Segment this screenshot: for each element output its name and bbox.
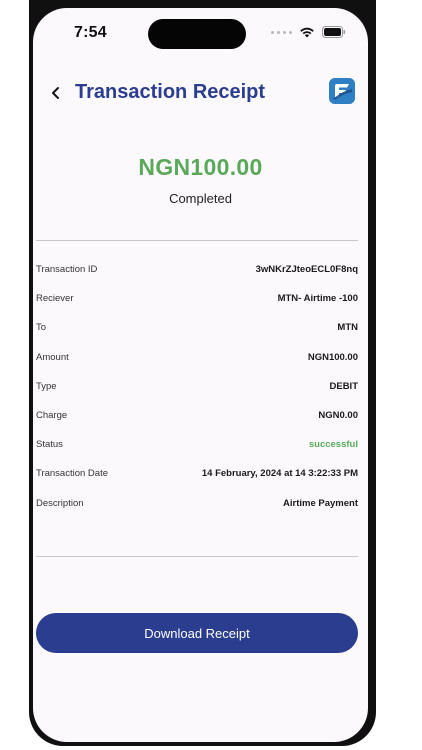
app-logo-icon bbox=[329, 78, 355, 104]
detail-row-transaction-date: Transaction Date 14 February, 2024 at 14… bbox=[36, 459, 358, 488]
status-icons bbox=[271, 26, 346, 38]
transaction-amount: NGN100.00 bbox=[138, 154, 263, 180]
detail-label: Transaction ID bbox=[36, 264, 98, 276]
bottom-divider bbox=[36, 556, 358, 557]
dynamic-island bbox=[148, 19, 246, 49]
detail-value: MTN bbox=[337, 322, 358, 334]
detail-row-transaction-id: Transaction ID 3wNKrZJteoECL0F8nq bbox=[36, 255, 358, 284]
status-time: 7:54 bbox=[74, 24, 107, 41]
detail-row-receiver: Reciever MTN- Airtime -100 bbox=[36, 284, 358, 313]
detail-label: Transaction Date bbox=[36, 468, 108, 480]
signal-icon bbox=[271, 30, 292, 34]
stage: 7:54 Transaction Receipt NGN100.00 Compl… bbox=[0, 0, 422, 750]
detail-value: MTN- Airtime -100 bbox=[277, 293, 358, 305]
detail-row-type: Type DEBIT bbox=[36, 372, 358, 401]
detail-row-amount: Amount NGN100.00 bbox=[36, 343, 358, 372]
detail-row-to: To MTN bbox=[36, 313, 358, 342]
detail-label: Amount bbox=[36, 351, 69, 363]
phone-screen: 7:54 Transaction Receipt NGN100.00 Compl… bbox=[33, 8, 368, 742]
detail-value: NGN0.00 bbox=[318, 410, 358, 422]
detail-row-charge: Charge NGN0.00 bbox=[36, 401, 358, 430]
status-badge: successful bbox=[308, 439, 358, 451]
header: Transaction Receipt bbox=[33, 74, 368, 114]
wifi-icon bbox=[299, 26, 315, 38]
chevron-left-icon[interactable] bbox=[47, 82, 65, 104]
transaction-status-text: Completed bbox=[169, 191, 232, 206]
detail-label: Type bbox=[36, 380, 57, 392]
detail-row-status: Status successful bbox=[36, 430, 358, 459]
detail-value: NGN100.00 bbox=[307, 351, 358, 363]
page-title: Transaction Receipt bbox=[75, 81, 266, 103]
detail-value: DEBIT bbox=[329, 380, 359, 392]
detail-value: 14 February, 2024 at 14 3:22:33 PM bbox=[201, 468, 358, 480]
detail-label: Description bbox=[36, 497, 84, 509]
detail-label: Reciever bbox=[36, 293, 74, 305]
detail-value: 3wNKrZJteoECL0F8nq bbox=[255, 264, 358, 276]
download-receipt-button[interactable]: Download Receipt bbox=[36, 613, 358, 653]
detail-value: Airtime Payment bbox=[283, 497, 358, 509]
top-divider bbox=[36, 240, 358, 241]
battery-icon bbox=[322, 26, 346, 38]
detail-label: Charge bbox=[36, 410, 68, 422]
detail-label: Status bbox=[36, 439, 63, 451]
detail-row-description: Description Airtime Payment bbox=[36, 489, 358, 518]
detail-label: To bbox=[36, 322, 47, 334]
details-list: Transaction ID 3wNKrZJteoECL0F8nq Reciev… bbox=[36, 255, 358, 518]
